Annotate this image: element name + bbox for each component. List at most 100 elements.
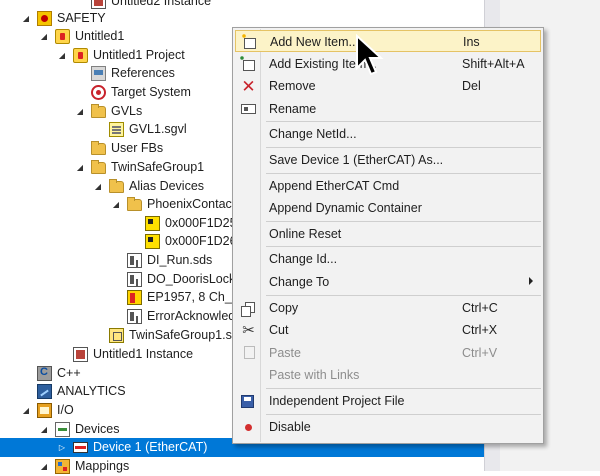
- ep-module-icon: [127, 290, 142, 305]
- sds-file-icon: [127, 253, 142, 268]
- menu-item-paste-with-links[interactable]: Paste with Links: [235, 364, 541, 386]
- tree-item-label: Mappings: [75, 459, 130, 473]
- menu-separator: [266, 172, 541, 174]
- menu-separator: [266, 413, 541, 415]
- alias-address-icon: [145, 234, 160, 249]
- ethercat-device-icon: [73, 442, 88, 453]
- tree-collapse-arrow-icon[interactable]: ◢: [75, 102, 85, 121]
- menu-item-disable[interactable]: Disable: [235, 416, 541, 438]
- menu-item-shortcut: Ins: [463, 35, 480, 49]
- folder-icon: [91, 141, 106, 155]
- menu-item-independent-project-file[interactable]: Independent Project File: [235, 390, 541, 412]
- tree-item-label: Devices: [75, 422, 120, 436]
- menu-item-shortcut: Shift+Alt+A: [462, 56, 525, 71]
- tree-item-label: Untitled1 Instance: [93, 347, 194, 361]
- menu-item-label: Change To: [269, 275, 330, 289]
- menu-item-online-reset[interactable]: Online Reset: [235, 223, 541, 245]
- folder-open-icon: [109, 179, 124, 193]
- tree-item-label: Alias Devices: [129, 179, 205, 193]
- tree-item-label: Untitled1 Project: [93, 48, 185, 62]
- sds-file-icon: [127, 309, 142, 324]
- tree-item-label: Device 1 (EtherCAT): [93, 440, 208, 454]
- paste-icon: [244, 345, 255, 359]
- tree-collapse-arrow-icon[interactable]: ◢: [93, 177, 103, 196]
- menu-item-rename[interactable]: Rename: [235, 98, 541, 120]
- tree-item-label: 0x000F1D26: [165, 234, 237, 248]
- menu-separator: [266, 246, 541, 248]
- mappings-icon: [55, 459, 70, 474]
- disable-icon: [245, 423, 252, 431]
- tree-collapse-arrow-icon[interactable]: ◢: [21, 9, 31, 28]
- tree-item-label: Untitled1: [75, 29, 125, 43]
- tree-item-label: GVL1.sgvl: [129, 122, 187, 136]
- tree-collapse-arrow-icon[interactable]: ◢: [57, 46, 67, 65]
- tree-item-label: References: [111, 66, 175, 80]
- alias-address-icon: [145, 216, 160, 231]
- tree-collapse-arrow-icon[interactable]: ◢: [111, 195, 121, 214]
- safety-instance-icon: [91, 0, 106, 9]
- folder-open-icon: [127, 197, 142, 211]
- save-disk-icon: [241, 395, 254, 408]
- analytics-icon: [37, 384, 52, 399]
- cpp-icon: [37, 366, 52, 381]
- menu-item-change-netid[interactable]: Change NetId...: [235, 123, 541, 145]
- menu-item-copy[interactable]: Copy Ctrl+C: [235, 297, 541, 319]
- menu-item-change-id[interactable]: Change Id...: [235, 248, 541, 270]
- menu-item-add-new-item[interactable]: Add New Item... Ins: [235, 30, 541, 52]
- tree-expand-arrow-icon[interactable]: ▷: [57, 438, 67, 457]
- tree-item-label: 0x000F1D25: [165, 216, 237, 230]
- tree-collapse-arrow-icon[interactable]: ◢: [39, 27, 49, 46]
- cut-icon: ✂: [242, 322, 255, 340]
- add-existing-item-icon: [239, 54, 255, 71]
- menu-separator: [266, 294, 541, 296]
- folder-open-icon: [91, 104, 106, 118]
- menu-separator: [266, 147, 541, 148]
- instance-icon: [73, 347, 88, 362]
- menu-item-add-existing-item[interactable]: Add Existing Item... Shift+Alt+A: [235, 53, 541, 75]
- tree-item-label: ANALYTICS: [57, 384, 126, 398]
- menu-item-append-dynamic-container[interactable]: Append Dynamic Container: [235, 197, 541, 219]
- menu-item-label: Cut: [269, 323, 289, 338]
- menu-item-shortcut: Del: [462, 79, 481, 94]
- add-new-item-icon: [241, 33, 256, 49]
- menu-item-cut[interactable]: ✂ Cut Ctrl+X: [235, 319, 541, 341]
- tree-item[interactable]: ◢ SAFETY: [0, 9, 484, 28]
- menu-item-label: Change Id...: [269, 252, 338, 267]
- menu-item-label: Remove: [269, 79, 316, 94]
- menu-item-label: Disable: [269, 419, 311, 434]
- menu-item-label: Online Reset: [269, 226, 342, 241]
- menu-separator: [266, 220, 541, 222]
- menu-item-remove[interactable]: ✕ Remove Del: [235, 75, 541, 97]
- devices-icon: [55, 422, 70, 437]
- mouse-cursor-icon: [356, 34, 384, 76]
- menu-item-shortcut: Ctrl+C: [462, 300, 498, 315]
- tree-item-label: DI_Run.sds: [147, 253, 213, 267]
- tree-item-label: PhoenixContact: [147, 197, 236, 211]
- menu-item-label: Add New Item...: [270, 35, 359, 49]
- tree-collapse-arrow-icon[interactable]: ◢: [39, 457, 49, 476]
- context-menu: Add New Item... Ins Add Existing Item... Sh…: [232, 27, 544, 444]
- menu-item-label: Paste with Links: [269, 368, 360, 383]
- menu-item-change-to[interactable]: Change To: [235, 271, 541, 293]
- safety-app-file-icon: [109, 328, 124, 343]
- menu-item-append-ethercat-cmd[interactable]: Append EtherCAT Cmd: [235, 175, 541, 197]
- safety-icon: [37, 11, 52, 26]
- tree-item-label: C++: [57, 366, 81, 380]
- menu-separator: [266, 121, 541, 123]
- menu-item-save-device-1-ethercat-as[interactable]: Save Device 1 (EtherCAT) As...: [235, 149, 541, 171]
- remove-icon: ✕: [241, 77, 256, 97]
- tree-item-label: GVLs: [111, 104, 143, 118]
- tree-collapse-arrow-icon[interactable]: ◢: [75, 158, 85, 177]
- target-system-icon: [91, 85, 106, 100]
- tree-collapse-arrow-icon[interactable]: ◢: [39, 420, 49, 439]
- menu-item-label: Append EtherCAT Cmd: [269, 178, 400, 193]
- rename-icon: [241, 103, 256, 114]
- tree-item-label: TwinSafeGroup1.sa: [129, 328, 239, 342]
- menu-separator: [266, 388, 541, 389]
- menu-item-paste[interactable]: Paste Ctrl+V: [235, 342, 541, 364]
- tree-collapse-arrow-icon[interactable]: ◢: [21, 401, 31, 420]
- safety-project-icon: [55, 29, 70, 44]
- tree-item[interactable]: ◢ Mappings: [0, 457, 484, 476]
- menu-item-label: Rename: [269, 101, 317, 116]
- menu-item-label: Independent Project File: [269, 394, 405, 408]
